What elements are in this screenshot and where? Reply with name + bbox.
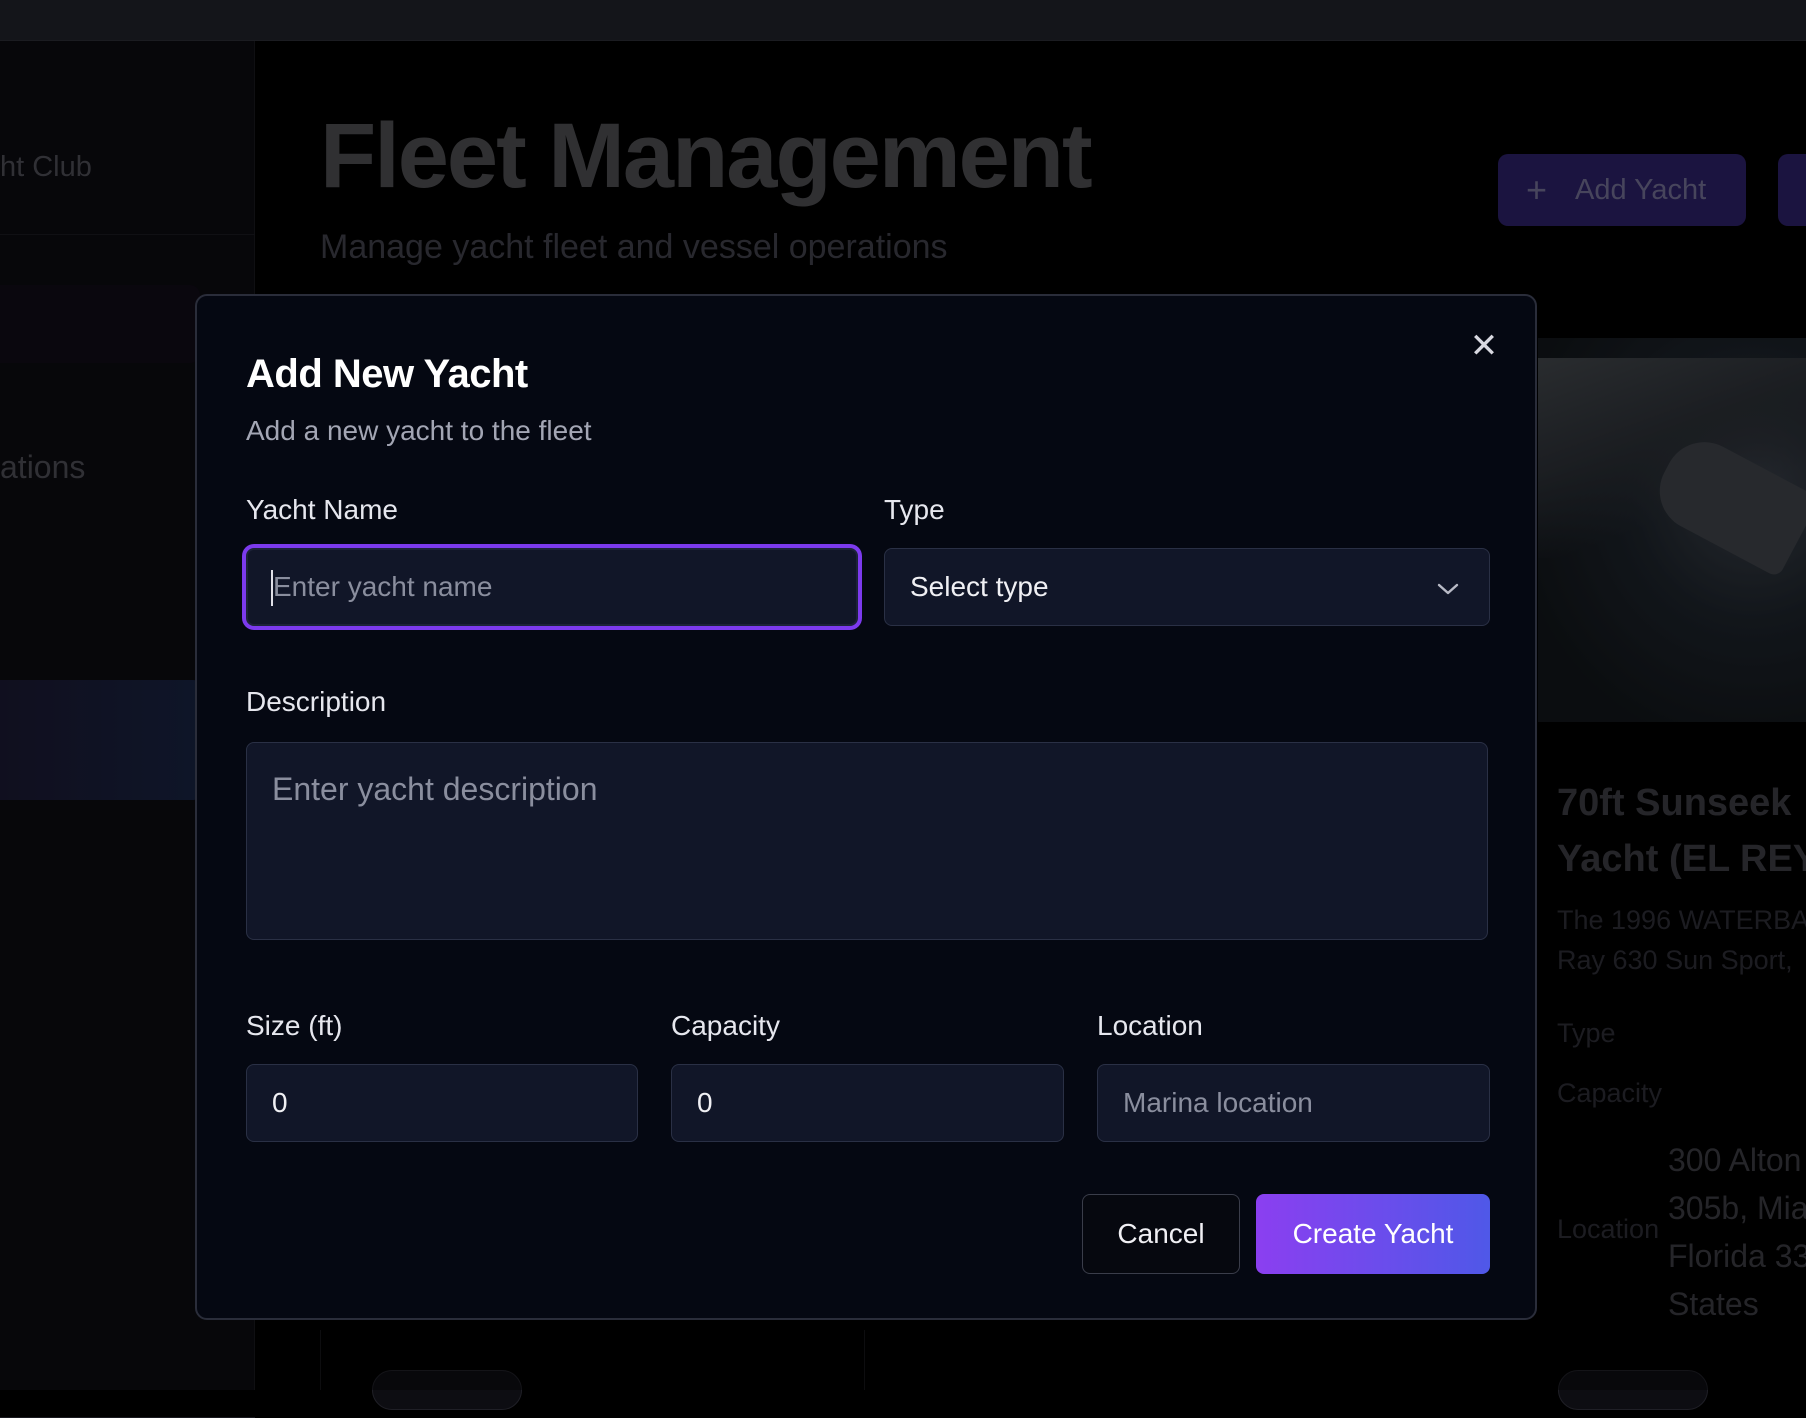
description-placeholder: Enter yacht description [272, 771, 598, 807]
description-label: Description [246, 686, 387, 717]
size-input[interactable] [246, 1064, 638, 1142]
dialog-title: Add New Yacht [246, 352, 528, 396]
text-caret [271, 570, 273, 606]
dialog-subtitle: Add a new yacht to the fleet [246, 415, 592, 446]
capacity-label: Capacity [671, 1010, 780, 1041]
close-icon[interactable]: ✕ [1467, 329, 1501, 363]
yacht-name-label: Yacht Name [246, 494, 398, 525]
location-input[interactable] [1097, 1064, 1490, 1142]
type-label: Type [884, 494, 945, 525]
create-yacht-button[interactable]: Create Yacht [1256, 1194, 1490, 1274]
yacht-name-placeholder: Enter yacht name [273, 571, 493, 602]
size-label: Size (ft) [246, 1010, 343, 1041]
cancel-button[interactable]: Cancel [1082, 1194, 1240, 1274]
yacht-name-field[interactable]: Enter yacht name [246, 548, 858, 626]
type-select[interactable]: Select type [884, 548, 1490, 626]
chevron-down-icon [1437, 571, 1459, 603]
type-selected-value: Select type [910, 571, 1049, 602]
location-label: Location [1097, 1010, 1203, 1041]
add-yacht-dialog: ✕ Add New Yacht Add a new yacht to the f… [195, 294, 1537, 1320]
capacity-input[interactable] [671, 1064, 1064, 1142]
description-textarea[interactable]: Enter yacht description [246, 742, 1488, 940]
